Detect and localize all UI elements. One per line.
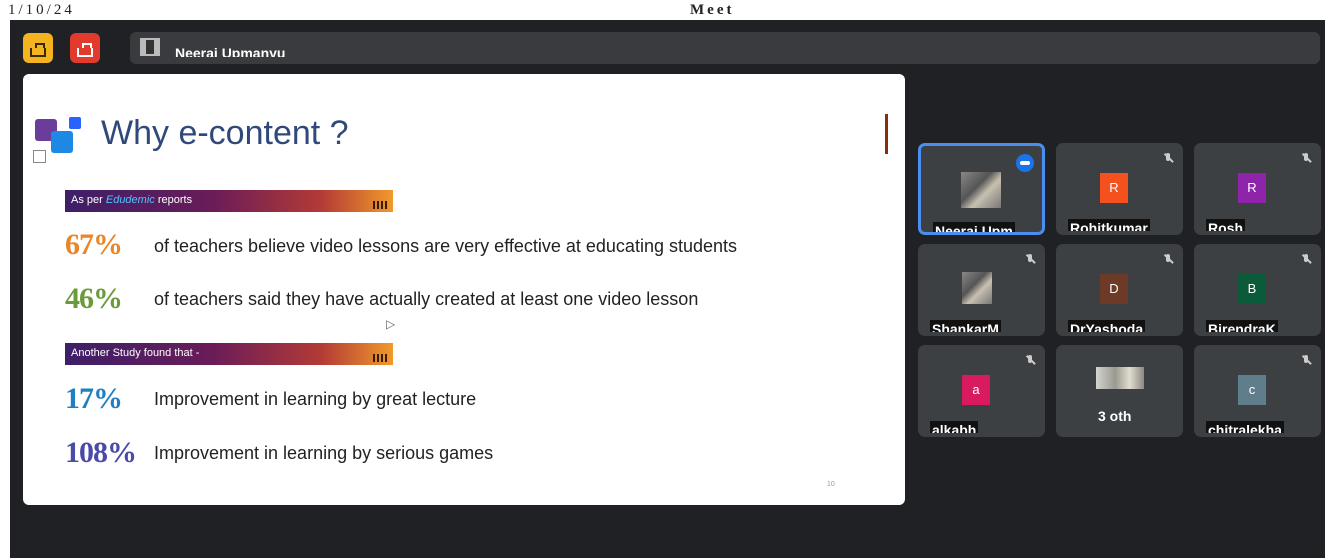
presenter-bar: Neeraj Upmanyu <box>130 32 1320 64</box>
mic-off-icon <box>1163 254 1173 264</box>
participant-avatar: c <box>1238 375 1266 405</box>
participant-tile[interactable]: Neeraj Upm <box>918 143 1045 235</box>
mic-off-icon <box>1025 355 1035 365</box>
stat-text: Improvement in learning by great lecture <box>154 389 477 409</box>
mic-off-icon <box>1301 355 1311 365</box>
participant-avatar: B <box>1238 274 1266 304</box>
banner-study-text: Another Study found that - <box>71 347 200 359</box>
stat-value: 17% <box>65 382 123 415</box>
participant-name: Rosh <box>1206 219 1245 231</box>
banner-study: Another Study found that - <box>65 343 393 365</box>
stop-presenting-button[interactable] <box>70 33 100 63</box>
present-button[interactable] <box>23 33 53 63</box>
participant-tile[interactable]: R Rohitkumar <box>1056 143 1183 235</box>
participant-name: Rohitkumar <box>1068 219 1150 231</box>
header-app-text: Meet <box>690 2 735 18</box>
participant-name: chitralekha <box>1206 421 1284 433</box>
stat-text: of teachers believe video lessons are ve… <box>154 236 738 256</box>
participant-name: alkabh <box>930 421 979 433</box>
stat-text: of teachers said they have actually crea… <box>154 289 699 309</box>
participant-avatar: a <box>962 375 990 405</box>
stat-text: Improvement in learning by serious games <box>154 443 494 463</box>
slide-accent-line <box>885 114 888 154</box>
mic-off-icon <box>1025 254 1035 264</box>
participant-video <box>962 272 992 304</box>
banner-edudemic: As per Edudemic reports <box>65 190 393 212</box>
stat-value: 108% <box>65 436 137 469</box>
speaking-indicator-icon <box>1016 154 1034 172</box>
others-tile[interactable]: 3 oth <box>1056 345 1183 437</box>
slide-title: Why e-content ? <box>101 114 349 152</box>
participant-name: ShankarM <box>930 320 1001 332</box>
participant-name: Neeraj Upm <box>933 222 1015 234</box>
participant-avatar: R <box>1100 173 1128 203</box>
mic-off-icon <box>1301 153 1311 163</box>
others-preview-thumbnails <box>1096 367 1144 389</box>
meeting-window: Neeraj Upmanyu Why e-content ? As per Ed… <box>10 20 1325 558</box>
participant-avatar: R <box>1238 173 1266 203</box>
participant-tile[interactable]: D DrYashoda <box>1056 244 1183 336</box>
presenter-avatar <box>140 38 160 56</box>
participant-tile[interactable]: R Rosh <box>1194 143 1321 235</box>
browser-top-strip: 1/10/24 Meet <box>0 0 1325 20</box>
participant-tile[interactable]: a alkabh <box>918 345 1045 437</box>
presenter-name: Neeraj Upmanyu <box>175 45 286 57</box>
participant-name: BirendraK <box>1206 320 1278 332</box>
participant-name: DrYashoda <box>1068 320 1146 332</box>
stat-value: 46% <box>65 282 123 315</box>
slide-logo-icon <box>33 117 85 163</box>
participant-tile[interactable]: ShankarM <box>918 244 1045 336</box>
participant-tile[interactable]: c chitralekha <box>1194 345 1321 437</box>
slide-page-number: 10 <box>827 481 835 488</box>
participant-avatar: D <box>1100 274 1128 304</box>
present-icon <box>30 43 46 57</box>
stat-value: 67% <box>65 228 123 261</box>
presentation-slide: Why e-content ? As per Edudemic reports … <box>23 74 905 505</box>
banner-edudemic-text: As per Edudemic reports <box>71 194 193 206</box>
header-date-text: 1/10/24 <box>8 2 75 18</box>
participant-video <box>961 172 1001 208</box>
mouse-cursor-icon: ▷ <box>386 317 396 331</box>
participant-tile[interactable]: B BirendraK <box>1194 244 1321 336</box>
mic-off-icon <box>1163 153 1173 163</box>
stop-present-icon <box>77 43 93 57</box>
others-count-label: 3 oth <box>1098 408 1132 423</box>
mic-off-icon <box>1301 254 1311 264</box>
